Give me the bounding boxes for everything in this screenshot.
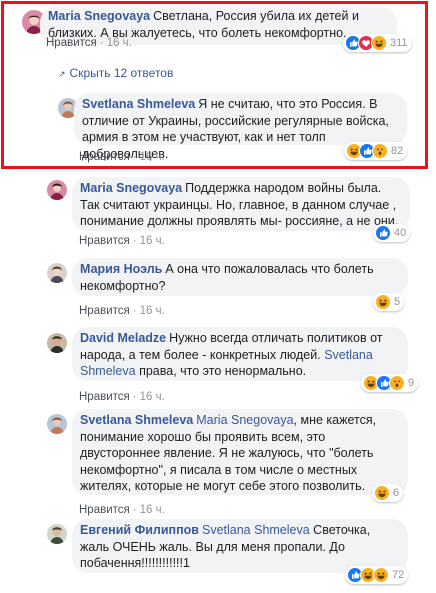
comment-author[interactable]: Maria Snegovaya <box>80 181 182 195</box>
reactions-summary[interactable]: 6 <box>372 484 404 502</box>
avatar[interactable] <box>47 524 67 544</box>
like-link[interactable]: Нравится <box>79 151 130 163</box>
arrow-up-icon: ↗ <box>58 69 66 79</box>
comment-timestamp[interactable]: 16 ч. <box>140 235 165 247</box>
reaction-count: 82 <box>391 145 404 157</box>
avatar[interactable] <box>47 180 67 200</box>
reactions-summary[interactable]: 40 <box>373 224 411 242</box>
reactions-summary[interactable]: 5 <box>373 293 405 311</box>
comment-timestamp[interactable]: 16 ч. <box>107 37 132 49</box>
hide-replies-link[interactable]: ↗ Скрыть 12 ответов <box>58 66 173 80</box>
like-reaction-icon <box>375 225 391 241</box>
reaction-count: 9 <box>408 377 415 389</box>
reactions-summary[interactable]: 9 <box>361 374 419 392</box>
haha-reaction-icon <box>371 35 387 51</box>
comment-author[interactable]: Евгений Филиппов <box>80 523 199 537</box>
comment-actions: Нравится · 16 ч. <box>79 235 165 247</box>
comment-author[interactable]: David Meladze <box>80 331 166 345</box>
reactions-summary[interactable]: 72 <box>345 566 409 584</box>
reactions-summary[interactable]: 311 <box>343 34 412 52</box>
comment-bubble: Maria Snegovaya Поддержка народом войны б… <box>72 177 410 231</box>
comment-bubble: Svetlana Shmeleva Maria Snegovaya, мне ка… <box>72 409 408 495</box>
comment-bubble: Мария Ноэль А она что пожаловалась что бо… <box>72 258 408 296</box>
like-link[interactable]: Нравится <box>46 37 97 49</box>
comment-author[interactable]: Maria Snegovaya <box>48 9 150 23</box>
reaction-count: 40 <box>394 227 407 239</box>
haha-reaction-icon <box>373 567 389 583</box>
like-link[interactable]: Нравится <box>79 391 130 403</box>
reaction-count: 6 <box>393 487 400 499</box>
mention-link[interactable]: Maria Snegovaya <box>196 413 293 427</box>
comment-timestamp[interactable]: 16 ч. <box>140 504 165 516</box>
haha-reaction-icon <box>375 294 391 310</box>
avatar[interactable] <box>47 414 67 434</box>
comment-bubble: David Meladze Нужно всегда отличать полит… <box>72 327 408 381</box>
comment-actions: Нравится · 16 ч. <box>46 37 132 49</box>
comment-author[interactable]: Svetlana Shmeleva <box>82 97 195 111</box>
like-link[interactable]: Нравится <box>79 235 130 247</box>
wow-reaction-icon <box>372 143 388 159</box>
comment-timestamp[interactable]: 16 ч. <box>140 151 165 163</box>
comment-actions: Нравится · 16 ч. <box>79 391 165 403</box>
comment-actions: Нравится · 16 ч. <box>79 151 165 163</box>
like-link[interactable]: Нравится <box>79 305 130 317</box>
comment-timestamp[interactable]: 16 ч. <box>140 391 165 403</box>
comment-actions: Нравится · 16 ч. <box>79 305 165 317</box>
comment-author[interactable]: Мария Ноэль <box>80 262 162 276</box>
comment-timestamp[interactable]: 16 ч. <box>140 305 165 317</box>
haha-reaction-icon <box>374 485 390 501</box>
wow-reaction-icon <box>389 375 405 391</box>
avatar[interactable] <box>47 333 67 353</box>
avatar[interactable] <box>47 263 67 283</box>
comment-text: права, что это ненормально. <box>139 364 307 378</box>
mention-link[interactable]: Svetlana Shmeleva <box>202 523 310 537</box>
reaction-count: 311 <box>390 37 408 49</box>
reaction-count: 5 <box>394 296 401 308</box>
reaction-count: 72 <box>392 569 405 581</box>
comment-bubble: Евгений Филиппов Svetlana Shmeleva Светоч… <box>72 519 408 573</box>
comment-bubble: Svetlana Shmeleva Я не считаю, что это Ро… <box>74 93 407 161</box>
like-link[interactable]: Нравится <box>79 504 130 516</box>
comment-author[interactable]: Svetlana Shmeleva <box>80 413 193 427</box>
comment-actions: Нравится · 16 ч. <box>79 504 165 516</box>
reactions-summary[interactable]: 82 <box>344 142 408 160</box>
